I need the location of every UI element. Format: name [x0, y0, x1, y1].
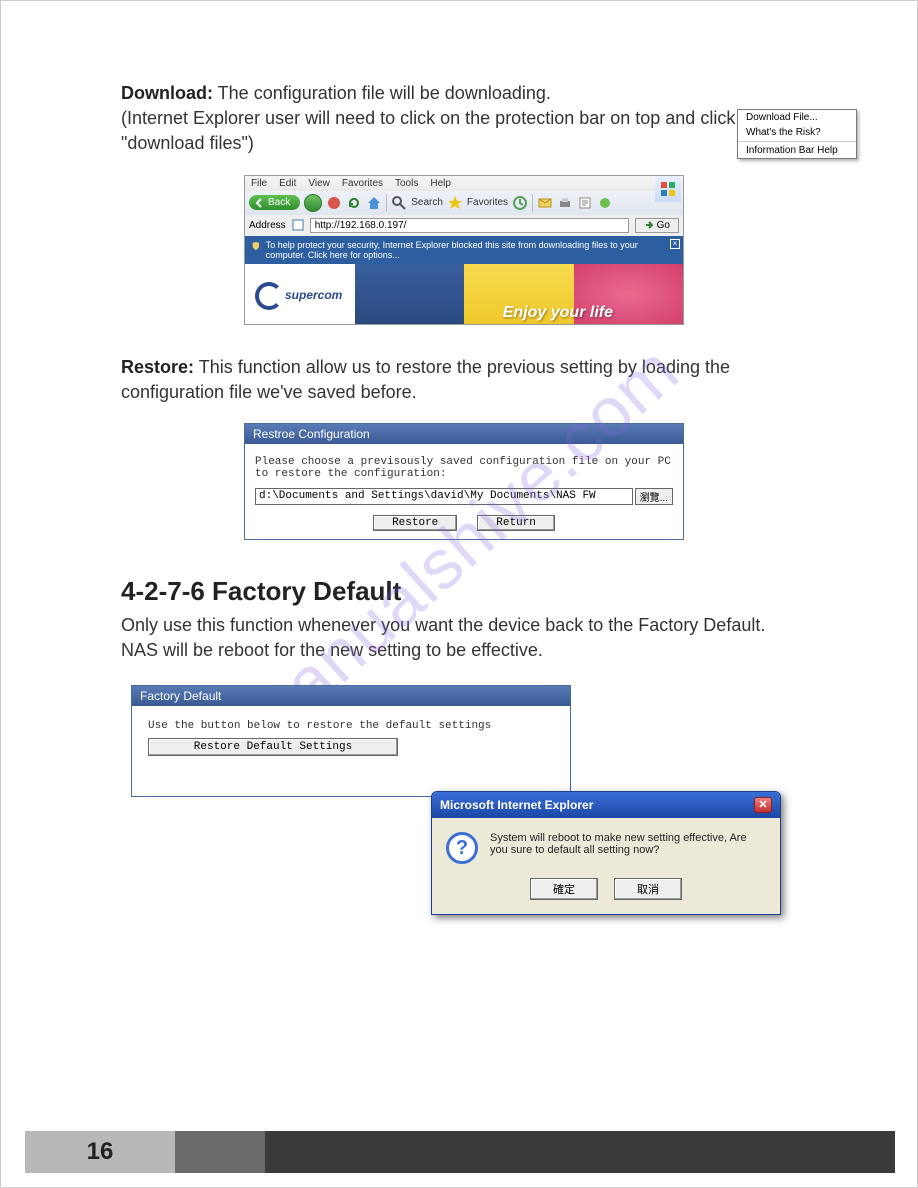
restore-panel-title: Restroe Configuration — [245, 424, 683, 444]
windows-logo-icon — [655, 176, 681, 202]
factory-panel-body: Use the button below to restore the defa… — [132, 706, 570, 796]
factory-panel-title: Factory Default — [132, 686, 570, 706]
print-icon[interactable] — [557, 195, 573, 211]
edit-icon[interactable] — [577, 195, 593, 211]
close-icon[interactable]: × — [670, 239, 680, 249]
ie-page-body: supercom Enjoy your life — [245, 264, 683, 324]
search-label[interactable]: Search — [411, 197, 443, 208]
restore-button[interactable]: Restore — [373, 515, 457, 531]
menu-file[interactable]: File — [251, 178, 267, 189]
menu-whats-the-risk[interactable]: What's the Risk? — [738, 125, 856, 140]
restore-config-panel: Restroe Configuration Please choose a pr… — [244, 423, 684, 540]
factory-desc: Use the button below to restore the defa… — [148, 720, 554, 732]
download-paragraph: Download: The configuration file will be… — [121, 81, 807, 157]
stop-icon[interactable] — [326, 195, 342, 211]
go-label: Go — [657, 220, 670, 231]
factory-default-heading: 4-2-7-6 Factory Default — [121, 576, 807, 607]
page-number: 16 — [25, 1131, 175, 1173]
restore-panel-body: Please choose a previsously saved config… — [245, 444, 683, 539]
messenger-icon[interactable] — [597, 195, 613, 211]
ie-screenshot: File Edit View Favorites Tools Help Back — [244, 175, 684, 325]
home-icon[interactable] — [366, 195, 382, 211]
dialog-buttons: 確定 取消 — [432, 874, 780, 914]
go-arrow-icon — [644, 220, 654, 230]
factory-default-panel: Factory Default Use the button below to … — [131, 685, 571, 797]
favorites-icon[interactable] — [447, 195, 463, 211]
dialog-message: System will reboot to make new setting e… — [490, 832, 766, 864]
dialog-close-button[interactable]: ✕ — [754, 797, 772, 813]
menu-favorites[interactable]: Favorites — [342, 178, 383, 189]
menu-download-file[interactable]: Download File... — [738, 110, 856, 125]
manual-page: manualshive.com Download: The configurat… — [0, 0, 918, 1188]
restore-desc: Please choose a previsously saved config… — [255, 456, 673, 480]
restore-text: This function allow us to restore the pr… — [121, 357, 730, 402]
history-icon[interactable] — [512, 195, 528, 211]
address-label: Address — [249, 220, 286, 231]
browse-button[interactable]: 瀏覽... — [635, 488, 673, 505]
shield-icon — [251, 240, 261, 252]
dialog-title: Microsoft Internet Explorer — [440, 798, 593, 812]
menu-edit[interactable]: Edit — [279, 178, 296, 189]
ok-button[interactable]: 確定 — [530, 878, 598, 900]
back-button[interactable]: Back — [249, 195, 300, 210]
page-icon — [292, 219, 304, 231]
factory-text: Only use this function whenever you want… — [121, 613, 807, 663]
dialog-titlebar: Microsoft Internet Explorer ✕ — [432, 792, 780, 818]
restore-defaults-button[interactable]: Restore Default Settings — [148, 738, 398, 756]
arrow-left-icon — [255, 198, 265, 208]
menu-separator — [738, 141, 856, 142]
address-input[interactable] — [310, 218, 629, 233]
footer-divider — [175, 1131, 265, 1173]
cancel-button[interactable]: 取消 — [614, 878, 682, 900]
download-label: Download: — [121, 83, 213, 103]
return-button[interactable]: Return — [477, 515, 555, 531]
download-note: (Internet Explorer user will need to cli… — [121, 108, 798, 153]
restore-paragraph: Restore: This function allow us to resto… — [121, 355, 807, 405]
restore-label: Restore: — [121, 357, 194, 377]
confirm-dialog: Microsoft Internet Explorer ✕ ? System w… — [431, 791, 781, 915]
ie-toolbar: Back Search Favorites — [245, 191, 683, 215]
menu-tools[interactable]: Tools — [395, 178, 418, 189]
search-icon[interactable] — [391, 195, 407, 211]
menu-help[interactable]: Help — [430, 178, 451, 189]
refresh-icon[interactable] — [346, 195, 362, 211]
context-menu: Download File... What's the Risk? Inform… — [737, 109, 857, 159]
forward-button[interactable] — [304, 194, 322, 212]
ie-information-bar[interactable]: To help protect your security, Internet … — [245, 236, 683, 264]
menu-view[interactable]: View — [308, 178, 330, 189]
ie-menubar: File Edit View Favorites Tools Help — [245, 176, 683, 191]
dialog-body: ? System will reboot to make new setting… — [432, 818, 780, 874]
page-footer: 16 — [25, 1131, 895, 1173]
config-path-input[interactable] — [255, 488, 633, 505]
content-area: Download: The configuration file will be… — [1, 1, 917, 797]
download-text: The configuration file will be downloadi… — [213, 83, 551, 103]
ie-addressbar: Address Go — [245, 215, 683, 236]
infobar-text: To help protect your security, Internet … — [266, 240, 677, 260]
back-label: Back — [268, 197, 290, 208]
question-icon: ? — [446, 832, 478, 864]
go-button[interactable]: Go — [635, 218, 679, 233]
mail-icon[interactable] — [537, 195, 553, 211]
favorites-label[interactable]: Favorites — [467, 197, 508, 208]
enjoy-text: Enjoy your life — [503, 304, 613, 322]
supercom-logo: supercom — [255, 282, 342, 310]
menu-info-bar-help[interactable]: Information Bar Help — [738, 143, 856, 158]
